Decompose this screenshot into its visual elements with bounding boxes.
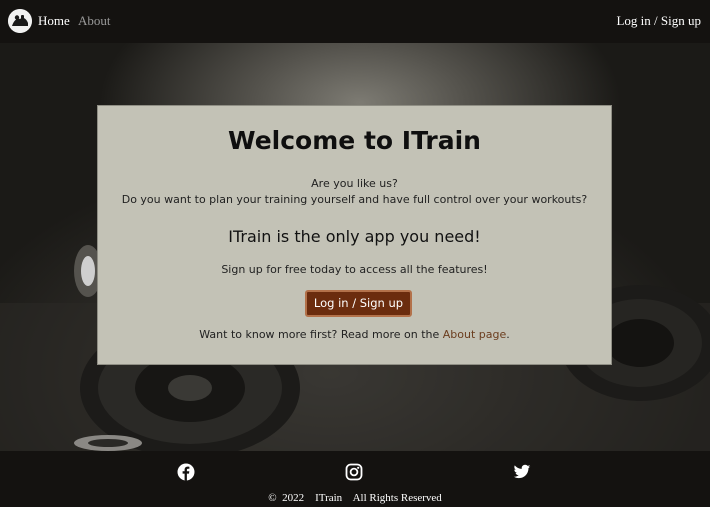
- instagram-icon[interactable]: [345, 463, 363, 481]
- footer: © 2022 ITrain All Rights Reserved: [0, 451, 710, 507]
- facebook-icon[interactable]: [177, 463, 195, 481]
- hero-section: Welcome to ITrain Are you like us? Do yo…: [0, 43, 710, 451]
- signup-prompt: Sign up for free today to access all the…: [221, 263, 488, 276]
- about-page-link[interactable]: About page: [443, 328, 507, 341]
- intro-question: Are you like us?: [311, 177, 398, 190]
- nav-home-link[interactable]: Home: [38, 13, 70, 29]
- copyright-text: © 2022 ITrain All Rights Reserved: [268, 492, 442, 504]
- more-info-suffix: .: [506, 328, 510, 341]
- welcome-card: Welcome to ITrain Are you like us? Do yo…: [97, 105, 612, 365]
- welcome-subtitle: ITrain is the only app you need!: [228, 227, 481, 246]
- kettlebell-logo-icon[interactable]: [8, 9, 32, 33]
- login-signup-button[interactable]: Log in / Sign up: [305, 290, 412, 317]
- more-info-prefix: Want to know more first? Read more on th…: [199, 328, 443, 341]
- navbar: Home About Log in / Sign up: [0, 0, 710, 43]
- intro-description: Do you want to plan your training yourse…: [121, 193, 588, 206]
- more-info-text: Want to know more first? Read more on th…: [98, 328, 611, 341]
- nav-login-signup-link[interactable]: Log in / Sign up: [616, 13, 701, 29]
- welcome-title: Welcome to ITrain: [228, 126, 481, 155]
- nav-about-link[interactable]: About: [78, 13, 111, 29]
- twitter-icon[interactable]: [513, 463, 531, 481]
